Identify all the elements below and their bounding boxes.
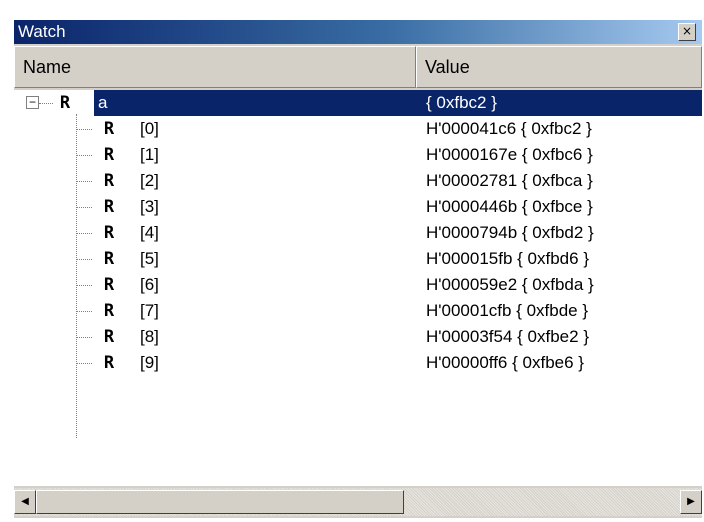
- element-index: [3]: [140, 197, 159, 216]
- tree-row[interactable]: R [6] H'000059e2 { 0xfbda }: [14, 272, 702, 298]
- tree-row[interactable]: R [1] H'0000167e { 0xfbc6 }: [14, 142, 702, 168]
- element-value: H'0000794b { 0xfbd2 }: [426, 223, 594, 242]
- tree-guide-branch: [76, 129, 92, 130]
- scroll-left-button[interactable]: ◀: [14, 490, 36, 514]
- element-index: [9]: [140, 353, 159, 372]
- element-value: H'00003f54 { 0xfbe2 }: [426, 327, 589, 346]
- element-index: [2]: [140, 171, 159, 190]
- element-value: H'00000ff6 { 0xfbe6 }: [426, 353, 584, 372]
- tree-guide-branch: [76, 285, 92, 286]
- register-icon: R: [103, 353, 115, 373]
- watch-tree-list[interactable]: − R a { 0xfbc2 } R [0] H'000041c6 { 0xfbc2…: [14, 90, 702, 486]
- register-icon: R: [59, 93, 71, 113]
- element-value: H'00001cfb { 0xfbde }: [426, 301, 589, 320]
- register-icon: R: [103, 249, 115, 269]
- tree-row[interactable]: R [5] H'000015fb { 0xfbd6 }: [14, 246, 702, 272]
- tree-row[interactable]: R [0] H'000041c6 { 0xfbc2 }: [14, 116, 702, 142]
- scroll-right-button[interactable]: ▶: [680, 490, 702, 514]
- window-title: Watch: [18, 22, 66, 41]
- element-index: [7]: [140, 301, 159, 320]
- element-value: H'000041c6 { 0xfbc2 }: [426, 119, 592, 138]
- tree-guide-branch: [76, 259, 92, 260]
- tree-row[interactable]: R [4] H'0000794b { 0xfbd2 }: [14, 220, 702, 246]
- tree-guide-branch: [76, 181, 92, 182]
- close-icon: ×: [681, 24, 693, 38]
- scrollbar-thumb[interactable]: [36, 490, 404, 514]
- element-value: H'00002781 { 0xfbca }: [426, 171, 593, 190]
- tree-guide-branch: [76, 233, 92, 234]
- element-value: H'000059e2 { 0xfbda }: [426, 275, 594, 294]
- element-index: [6]: [140, 275, 159, 294]
- register-icon: R: [103, 119, 115, 139]
- tree-guide-branch: [76, 311, 92, 312]
- register-icon: R: [103, 301, 115, 321]
- tree-row-root[interactable]: − R a { 0xfbc2 }: [14, 90, 702, 116]
- tree-guide-branch: [76, 155, 92, 156]
- tree-row[interactable]: R [2] H'00002781 { 0xfbca }: [14, 168, 702, 194]
- register-icon: R: [103, 275, 115, 295]
- element-index: [0]: [140, 119, 159, 138]
- tree-guide-branch: [76, 337, 92, 338]
- element-index: [1]: [140, 145, 159, 164]
- element-index: [5]: [140, 249, 159, 268]
- arrow-left-icon: ◀: [21, 496, 29, 507]
- column-header-row: Name Value: [14, 46, 702, 90]
- tree-guide-branch: [76, 363, 92, 364]
- collapse-toggle[interactable]: −: [26, 96, 39, 109]
- register-icon: R: [103, 171, 115, 191]
- tree-row[interactable]: R [3] H'0000446b { 0xfbce }: [14, 194, 702, 220]
- variable-value: { 0xfbc2 }: [426, 93, 497, 112]
- tree-row[interactable]: R [7] H'00001cfb { 0xfbde }: [14, 298, 702, 324]
- close-button[interactable]: ×: [678, 23, 696, 41]
- variable-name: a: [94, 90, 112, 116]
- element-value: H'0000446b { 0xfbce }: [426, 197, 593, 216]
- element-value: H'0000167e { 0xfbc6 }: [426, 145, 593, 164]
- minus-icon: −: [28, 95, 36, 109]
- register-icon: R: [103, 197, 115, 217]
- tree-row[interactable]: R [9] H'00000ff6 { 0xfbe6 }: [14, 350, 702, 376]
- horizontal-scrollbar[interactable]: ◀ ▶: [14, 488, 702, 516]
- selection-highlight: [94, 90, 702, 116]
- element-index: [8]: [140, 327, 159, 346]
- tree-row[interactable]: R [8] H'00003f54 { 0xfbe2 }: [14, 324, 702, 350]
- element-value: H'000015fb { 0xfbd6 }: [426, 249, 589, 268]
- element-index: [4]: [140, 223, 159, 242]
- register-icon: R: [103, 327, 115, 347]
- column-header-name[interactable]: Name: [14, 46, 416, 88]
- register-icon: R: [103, 223, 115, 243]
- register-icon: R: [103, 145, 115, 165]
- title-bar[interactable]: Watch ×: [14, 20, 702, 44]
- arrow-right-icon: ▶: [687, 496, 695, 507]
- watch-panel: Watch × Name Value − R a { 0xfbc2 } R [0]…: [0, 0, 704, 522]
- tree-guide-branch: [76, 207, 92, 208]
- column-header-value[interactable]: Value: [416, 46, 702, 88]
